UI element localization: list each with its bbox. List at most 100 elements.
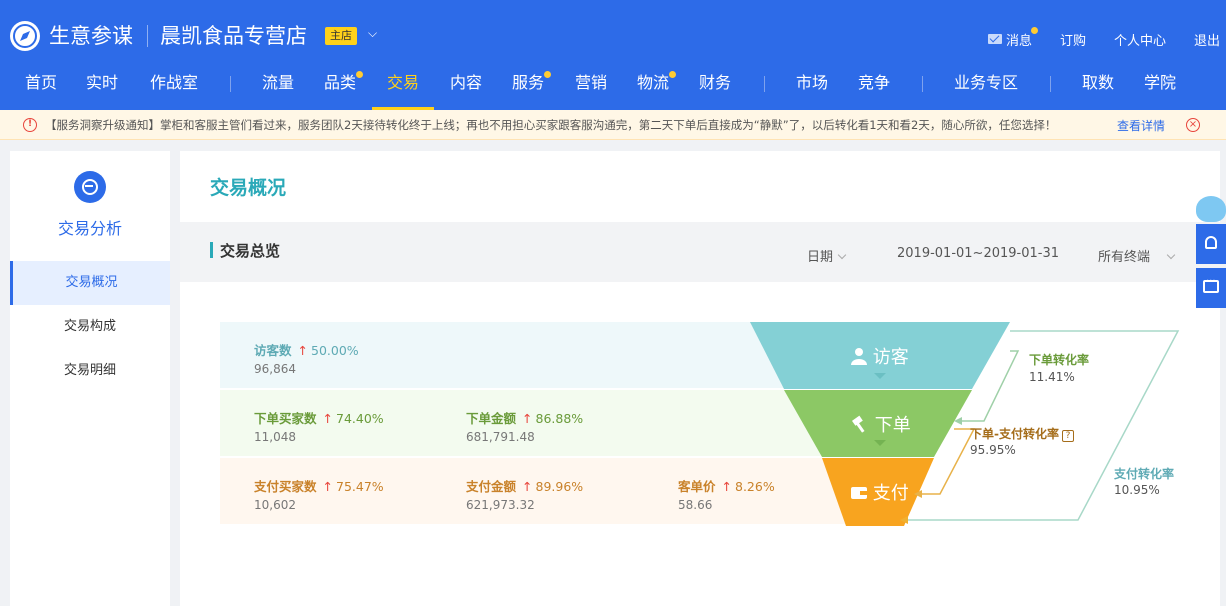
metric-value: 10,602 <box>254 498 296 512</box>
metric-order-amount: 下单金额 ↑ 86.88% 681,791.48 <box>466 408 583 444</box>
metric-change: 74.40% <box>336 411 384 426</box>
sidebar-item-overview[interactable]: 交易概况 <box>10 261 170 305</box>
funnel-label-order: 下单 <box>851 411 911 437</box>
nav-service-label: 服务 <box>512 73 545 92</box>
up-arrow-icon: ↑ <box>322 479 333 494</box>
terminal-selector[interactable]: 所有终端 <box>1098 246 1176 265</box>
nav-divider <box>1050 76 1051 92</box>
up-arrow-icon: ↑ <box>297 343 308 358</box>
nav-market[interactable]: 市场 <box>796 64 828 110</box>
up-arrow-icon: ↑ <box>322 411 333 426</box>
funnel-label-order-text: 下单 <box>874 415 911 436</box>
section-marker <box>210 242 213 258</box>
funnel-label-pay-text: 支付 <box>872 483 909 504</box>
chevron-down-icon <box>1166 250 1176 260</box>
notice-details-link[interactable]: 查看详情 <box>1117 117 1165 134</box>
metric-order-buyers: 下单买家数 ↑ 74.40% 11,048 <box>254 408 384 444</box>
conversion-funnel: 访客 下单 支付 下单转化率 11.41% 下单-支付转化率? 95.95% 支… <box>738 321 1188 535</box>
funnel-label-pay: 支付 <box>851 479 909 505</box>
date-range[interactable]: 2019-01-01~2019-01-31 <box>897 246 1059 261</box>
metric-label: 支付金额 <box>466 479 517 494</box>
sidebar-item-composition[interactable]: 交易构成 <box>10 305 170 349</box>
chevron-down-icon <box>837 250 847 260</box>
metric-change: 75.47% <box>336 479 384 494</box>
warning-icon: ! <box>23 118 37 132</box>
metric-label: 支付买家数 <box>254 479 317 494</box>
nav-divider <box>230 76 231 92</box>
nav-content[interactable]: 内容 <box>450 64 482 110</box>
orders-link[interactable]: 订购 <box>1060 30 1086 49</box>
shop-badge: 主店 <box>325 27 357 45</box>
metric-label: 下单金额 <box>466 411 517 426</box>
bell-icon <box>1205 236 1217 249</box>
nav-logistics-dot <box>669 71 677 78</box>
metric-label: 客单价 <box>678 479 716 494</box>
date-label: 日期 <box>807 250 834 265</box>
pay-rate-label: 支付转化率 <box>1114 467 1175 481</box>
hammer-icon <box>852 415 865 433</box>
personal-center-link[interactable]: 个人中心 <box>1114 30 1166 49</box>
nav-logistics[interactable]: 物流 <box>637 64 677 110</box>
notice-banner: ! 【服务洞察升级通知】掌柜和客服主管们看过来，服务团队2天接待转化终于上线；再… <box>0 110 1226 140</box>
top-bar: 生意参谋 晨凯食品专营店 主店 ⌵ 消息 订购 个人中心 退出 首页 实时 作战… <box>0 0 1226 110</box>
overview-header: 交易总览 日期 2019-01-01~2019-01-31 所有终端 <box>180 222 1220 282</box>
nav-data-fetch[interactable]: 取数 <box>1082 64 1114 110</box>
mascot-icon[interactable] <box>1196 196 1226 222</box>
metric-visitors: 访客数 ↑ 50.00% 96,864 <box>254 340 359 376</box>
help-icon[interactable]: ? <box>1061 430 1074 442</box>
nav-competition[interactable]: 竞争 <box>858 64 890 110</box>
nav-category-label: 品类 <box>324 73 357 92</box>
chat-icon <box>1203 276 1219 293</box>
nav-realtime[interactable]: 实时 <box>86 64 118 110</box>
metric-change: 86.88% <box>535 411 584 426</box>
nav-logistics-label: 物流 <box>637 73 670 92</box>
nav-service[interactable]: 服务 <box>512 64 552 110</box>
metric-value: 96,864 <box>254 362 296 376</box>
nav-war-room[interactable]: 作战室 <box>150 64 198 110</box>
shop-dropdown-chevron-icon[interactable]: ⌵ <box>368 26 377 41</box>
messages-notification-dot <box>1030 26 1038 34</box>
sidebar-title: 交易分析 <box>57 219 122 238</box>
date-selector[interactable]: 日期 <box>807 246 847 265</box>
sidebar: 交易分析 交易概况 交易构成 交易明细 <box>10 151 170 606</box>
metric-value: 621,973.32 <box>466 498 535 512</box>
nav-marketing[interactable]: 营销 <box>575 64 607 110</box>
page-title: 交易概况 <box>210 177 287 199</box>
notice-text: 【服务洞察升级通知】掌柜和客服主管们看过来，服务团队2天接待转化终于上线；再也不… <box>45 118 1057 132</box>
wallet-icon <box>851 487 867 499</box>
up-arrow-icon: ↑ <box>522 479 533 494</box>
sidebar-item-details[interactable]: 交易明细 <box>10 349 170 393</box>
order-pay-rate-value: 95.95% <box>970 443 1016 457</box>
main-panel: 交易概况 交易总览 日期 2019-01-01~2019-01-31 所有终端 … <box>180 151 1220 606</box>
nav-category-dot <box>356 71 364 78</box>
up-arrow-icon: ↑ <box>721 479 732 494</box>
funnel-label-visit: 访客 <box>851 343 909 369</box>
mail-icon <box>987 34 1002 44</box>
chat-button[interactable] <box>1196 268 1226 308</box>
nav-finance[interactable]: 财务 <box>699 64 731 110</box>
nav-category[interactable]: 品类 <box>324 64 364 110</box>
nav-traffic[interactable]: 流量 <box>262 64 294 110</box>
nav-home[interactable]: 首页 <box>25 64 57 110</box>
compass-logo-icon[interactable] <box>10 21 40 51</box>
metric-change: 89.96% <box>535 479 584 494</box>
metric-pay-amount: 支付金额 ↑ 89.96% 621,973.32 <box>466 476 583 512</box>
close-icon[interactable]: × <box>1186 118 1200 132</box>
nav-transaction[interactable]: 交易 <box>372 64 434 110</box>
brand-title[interactable]: 生意参谋 <box>49 23 133 49</box>
nav-academy[interactable]: 学院 <box>1144 64 1176 110</box>
top-links: 消息 订购 个人中心 退出 <box>960 26 1220 49</box>
logout-link[interactable]: 退出 <box>1194 30 1220 49</box>
funnel-label-visit-text: 访客 <box>872 347 909 368</box>
metric-label: 访客数 <box>254 343 292 358</box>
nav-business-zone[interactable]: 业务专区 <box>954 64 1018 110</box>
notification-button[interactable] <box>1196 224 1226 264</box>
brand-divider <box>147 25 148 47</box>
order-rate-label: 下单转化率 <box>1029 353 1090 367</box>
metric-pay-buyers: 支付买家数 ↑ 75.47% 10,602 <box>254 476 384 512</box>
shop-name[interactable]: 晨凯食品专营店 <box>160 23 307 49</box>
messages-link[interactable]: 消息 <box>987 26 1038 49</box>
nav-service-dot <box>544 71 552 78</box>
transaction-analysis-icon <box>74 171 106 203</box>
user-icon <box>851 348 867 365</box>
